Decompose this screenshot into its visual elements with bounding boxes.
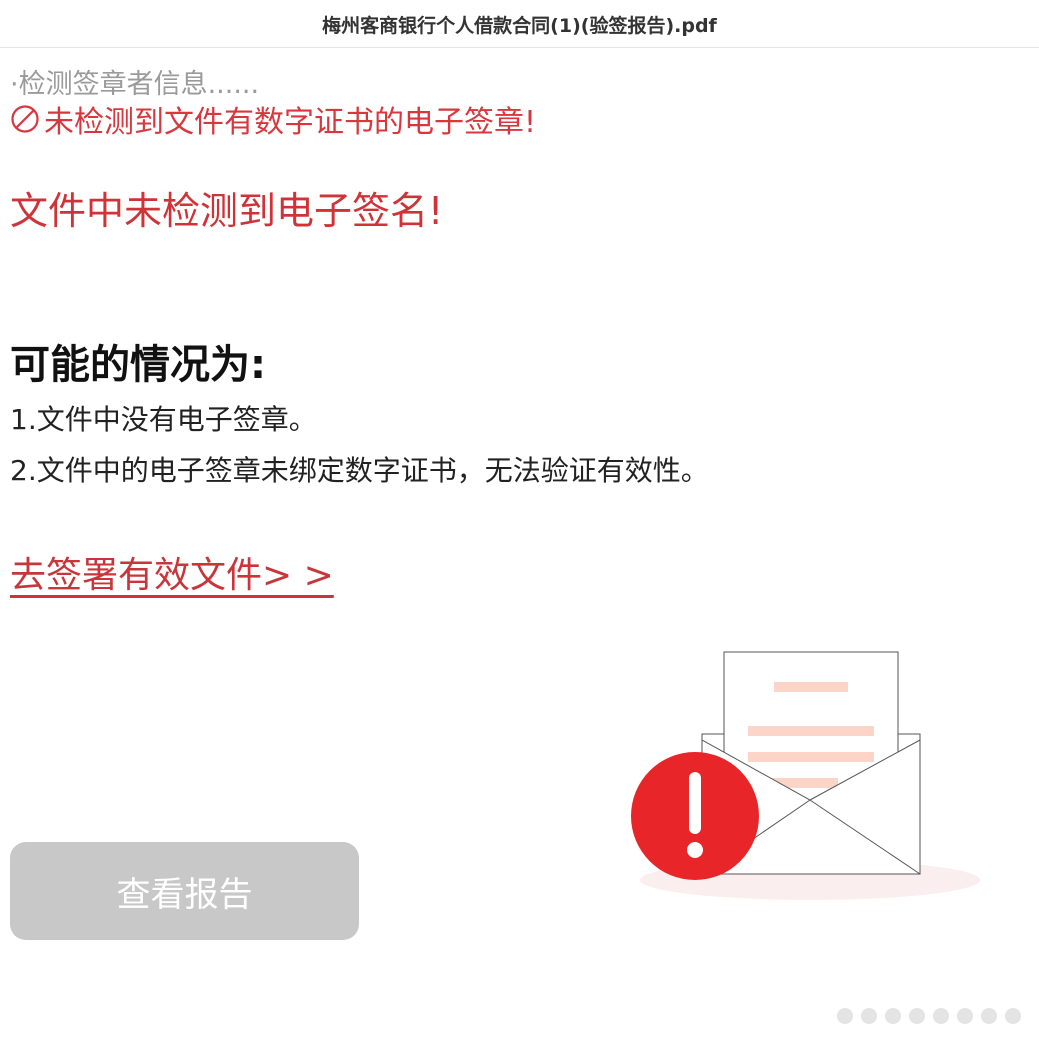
title-bar: 梅州客商银行个人借款合同(1)(验签报告).pdf (0, 0, 1039, 48)
no-signature-headline: 文件中未检测到电子签名! (10, 189, 444, 233)
possible-reasons-heading: 可能的情况为: (10, 342, 266, 388)
warning-text: 未检测到文件有数字证书的电子签章! (44, 105, 537, 140)
view-report-button[interactable]: 查看报告 (10, 842, 359, 940)
signature-warning: 未检测到文件有数字证书的电子签章! (10, 100, 537, 140)
letter-line (748, 726, 874, 736)
alert-exclamation-dot (687, 842, 703, 858)
letter-line (748, 752, 874, 762)
reason-item: 2.文件中的电子签章未绑定数字证书，无法验证有效性。 (10, 454, 709, 487)
reason-item: 1.文件中没有电子签章。 (10, 403, 317, 436)
ban-icon (10, 104, 40, 134)
sign-valid-file-link[interactable]: 去签署有效文件> > (10, 546, 334, 598)
watermark-dots (833, 998, 1033, 1034)
checking-status-text: ·检测签章者信息...... (10, 69, 260, 100)
letter-line (774, 682, 848, 692)
envelope-alert-illustration (620, 640, 1000, 920)
document-title: 梅州客商银行个人借款合同(1)(验签报告).pdf (322, 15, 717, 37)
alert-exclamation-bar (689, 772, 701, 834)
